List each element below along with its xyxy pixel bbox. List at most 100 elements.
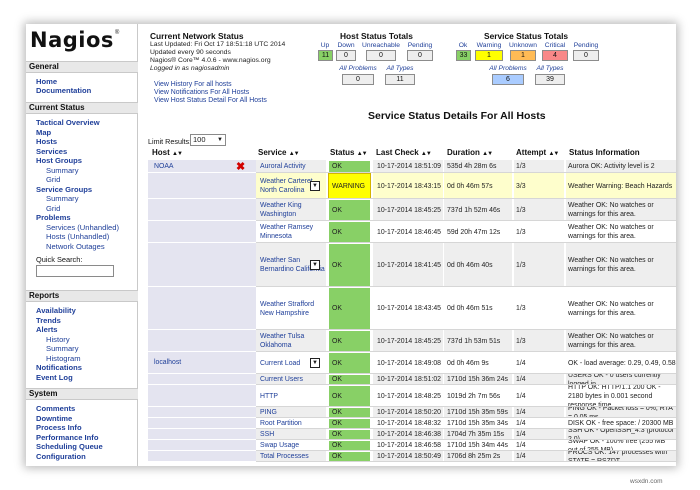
service-label-ok[interactable]: Ok	[454, 42, 472, 49]
service-value-pending[interactable]: 0	[573, 50, 599, 61]
nav-home[interactable]: Home	[36, 77, 57, 86]
service-totals-title: Service Status Totals	[484, 31, 569, 41]
service-label-pending[interactable]: Pending	[570, 42, 602, 49]
nav-process-info[interactable]: Process Info	[36, 423, 82, 432]
status-badge: OK	[328, 243, 371, 287]
status-info-cell: Weather OK: No watches or warnings for t…	[566, 243, 676, 287]
service-link[interactable]: HTTP	[256, 385, 326, 407]
nagios-logo[interactable]: Nagios ®	[30, 28, 119, 58]
nav-scheduling-queue[interactable]: Scheduling Queue	[36, 442, 103, 451]
nav-services-unhandled[interactable]: Services (Unhandled)	[46, 223, 119, 232]
nav-comments[interactable]: Comments	[36, 404, 75, 413]
column-header-status[interactable]: Status ▲▼	[330, 148, 368, 157]
host-cell	[148, 221, 256, 243]
service-value-all-problems[interactable]: 6	[492, 74, 524, 85]
column-header-duration[interactable]: Duration ▲▼	[447, 148, 493, 157]
host-label-all-types[interactable]: All Types	[382, 65, 418, 72]
service-value-critical[interactable]: 4	[542, 50, 568, 61]
duration-cell: 0d 0h 46m 51s	[444, 287, 512, 330]
host-value-down[interactable]: 0	[336, 50, 356, 61]
host-label-all-problems[interactable]: All Problems	[334, 65, 382, 72]
nav-event-log[interactable]: Event Log	[36, 373, 73, 382]
nav-configuration[interactable]: Configuration	[36, 452, 86, 461]
host-value-all-types[interactable]: 11	[385, 74, 415, 85]
nav-service-groups[interactable]: Service Groups	[36, 185, 92, 194]
sort-arrows-icon: ▲▼	[172, 151, 183, 157]
host-value-unreachable[interactable]: 0	[366, 50, 396, 61]
column-header-last-check[interactable]: Last Check ▲▼	[376, 148, 432, 157]
nav-downtime[interactable]: Downtime	[36, 414, 72, 423]
column-header-attempt[interactable]: Attempt ▲▼	[516, 148, 559, 157]
row-divider	[256, 461, 676, 462]
host-value-all-problems[interactable]: 0	[342, 74, 374, 85]
limit-results-select[interactable]: 100 ▼	[190, 134, 226, 146]
last-check-cell: 10-17-2014 18:46:45	[373, 221, 443, 243]
service-value-unknown[interactable]: 1	[510, 50, 536, 61]
service-value-ok[interactable]: 33	[456, 50, 471, 61]
limit-results-value: 100	[193, 135, 206, 144]
nav-hosts-unhandled[interactable]: Hosts (Unhandled)	[46, 232, 109, 241]
column-header-service[interactable]: Service ▲▼	[258, 148, 300, 157]
nav-alerts[interactable]: Alerts	[36, 325, 58, 334]
performance-graph-icon[interactable]: ▼	[310, 260, 320, 270]
service-label-critical[interactable]: Critical	[540, 42, 570, 49]
host-value-pending[interactable]: 0	[407, 50, 433, 61]
sort-arrows-icon: ▲▼	[356, 151, 368, 157]
nav-alerts-history[interactable]: History	[46, 335, 70, 344]
nav-host-groups-summary[interactable]: Summary	[46, 166, 79, 175]
column-header-status-information[interactable]: Status Information	[569, 148, 640, 157]
performance-graph-icon[interactable]: ▼	[310, 181, 320, 191]
nav-services[interactable]: Services	[36, 147, 67, 156]
service-label-all-types[interactable]: All Types	[532, 65, 568, 72]
host-totals-title: Host Status Totals	[340, 31, 413, 41]
logged-in-info: Logged in as nagiosadmin	[150, 65, 230, 72]
nav-tactical-overview[interactable]: Tactical Overview	[36, 118, 100, 127]
last-check-cell: 10-17-2014 18:45:25	[373, 330, 443, 352]
table-row: Root Partition OK 10-17-2014 18:48:32 1710d…	[148, 418, 676, 429]
nav-network-outages[interactable]: Network Outages	[46, 242, 105, 251]
service-link[interactable]: Weather Strafford New Hampshire	[256, 287, 326, 330]
nav-notifications[interactable]: Notifications	[36, 363, 82, 372]
performance-graph-icon[interactable]: ▼	[310, 358, 320, 368]
service-label-all-problems[interactable]: All Problems	[484, 65, 532, 72]
host-label-down[interactable]: Down	[334, 42, 358, 49]
column-header-host[interactable]: Host ▲▼	[152, 148, 183, 157]
attempt-cell: 1/3	[514, 199, 564, 221]
nav-service-groups-grid[interactable]: Grid	[46, 204, 60, 213]
host-label-pending[interactable]: Pending	[404, 42, 436, 49]
host-value-up[interactable]: 11	[318, 50, 333, 61]
nav-host-groups-grid[interactable]: Grid	[46, 175, 60, 184]
link-view-host-status[interactable]: View Host Status Detail For All Hosts	[154, 97, 267, 104]
sort-arrows-icon: ▲▼	[420, 151, 432, 157]
host-cell[interactable]: localhost	[148, 352, 256, 374]
logo-text: Nagios	[30, 28, 114, 52]
nav-trends[interactable]: Trends	[36, 316, 61, 325]
nav-availability[interactable]: Availability	[36, 306, 76, 315]
service-label-warning[interactable]: Warning	[472, 42, 506, 49]
nav-map[interactable]: Map	[36, 128, 51, 137]
host-label-unreachable[interactable]: Unreachable	[358, 42, 404, 49]
nav-hosts[interactable]: Hosts	[36, 137, 57, 146]
nav-service-groups-summary[interactable]: Summary	[46, 194, 79, 203]
service-value-warning[interactable]: 1	[475, 50, 503, 61]
nav-alerts-histogram[interactable]: Histogram	[46, 354, 81, 363]
nav-documentation[interactable]: Documentation	[36, 86, 91, 95]
last-check-cell: 10-17-2014 18:49:08	[373, 352, 443, 374]
host-label-up[interactable]: Up	[316, 42, 334, 49]
service-link[interactable]: Weather Tulsa Oklahoma	[256, 330, 326, 352]
quick-search-input[interactable]	[36, 265, 114, 277]
nav-alerts-summary[interactable]: Summary	[46, 344, 79, 353]
service-link[interactable]: Weather King Washington	[256, 199, 326, 221]
service-link[interactable]: Weather Ramsey Minnesota	[256, 221, 326, 243]
link-view-notifications[interactable]: View Notifications For All Hosts	[154, 89, 249, 96]
table-row: NOAA Auroral Activity OK 10-17-2014 18:51:0…	[148, 160, 676, 173]
link-view-history[interactable]: View History For all hosts	[154, 81, 232, 88]
host-down-icon[interactable]: ✖	[236, 162, 245, 173]
nav-performance-info[interactable]: Performance Info	[36, 433, 98, 442]
service-value-all-types[interactable]: 39	[535, 74, 565, 85]
status-badge: WARNING	[328, 173, 371, 199]
service-label-unknown[interactable]: Unknown	[506, 42, 540, 49]
status-badge: OK	[328, 352, 371, 374]
nav-host-groups[interactable]: Host Groups	[36, 156, 82, 165]
nav-problems[interactable]: Problems	[36, 213, 71, 222]
